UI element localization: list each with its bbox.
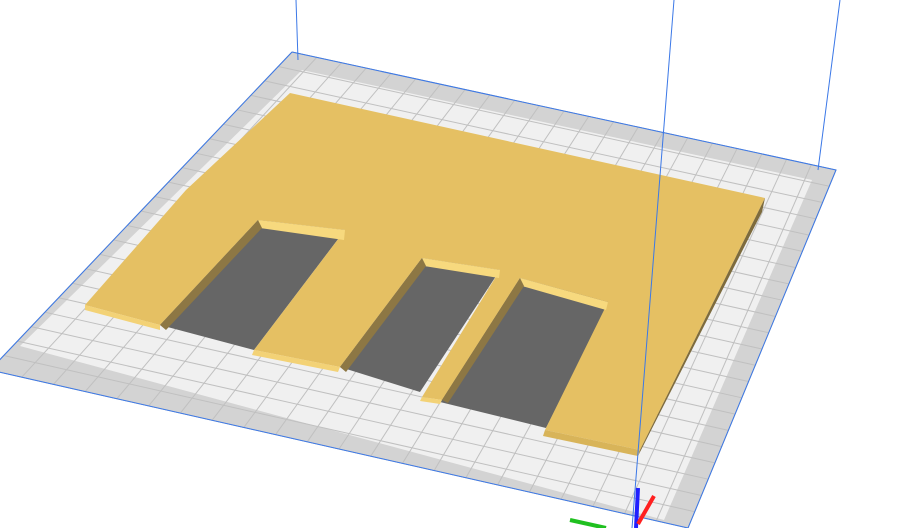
axis-y <box>569 518 607 528</box>
scene-canvas[interactable] <box>0 0 907 528</box>
3d-viewport[interactable] <box>0 0 907 528</box>
